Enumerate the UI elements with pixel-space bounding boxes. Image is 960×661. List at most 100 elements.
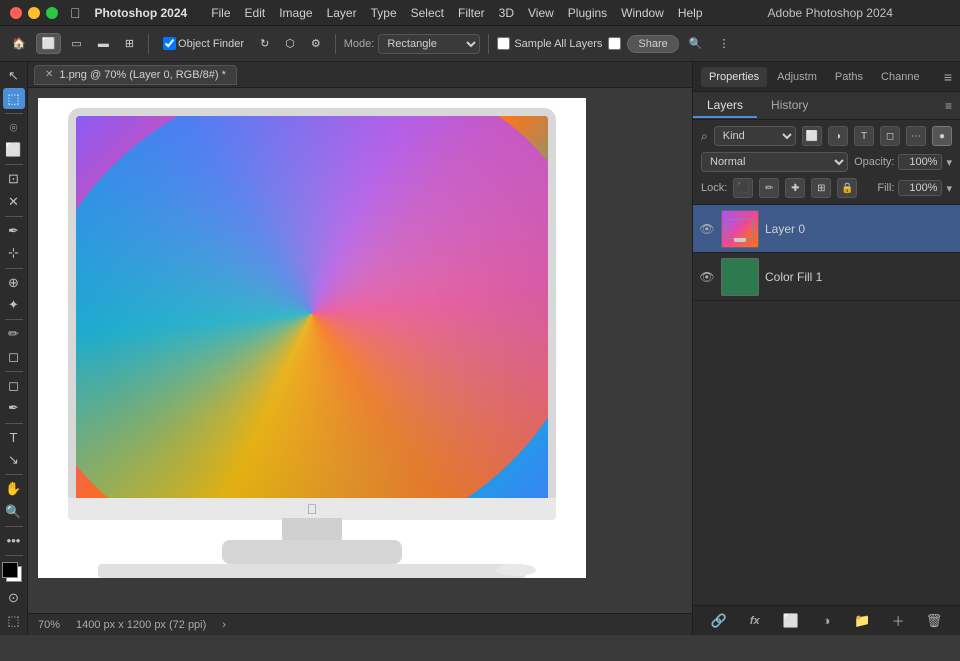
single-col-button[interactable]: ▭	[65, 33, 87, 54]
shape-filter-button[interactable]: ◻	[880, 126, 900, 146]
path-select-tool[interactable]: ↘	[3, 450, 25, 470]
screen-mode-tool[interactable]: ⬚	[3, 611, 25, 631]
single-row-button[interactable]: ▬	[92, 34, 115, 54]
menu-view[interactable]: View	[528, 6, 554, 20]
share-button[interactable]: Share	[627, 35, 678, 53]
canvas-scroll[interactable]: 	[28, 88, 692, 613]
add-mask-button[interactable]: ⬜	[781, 611, 801, 631]
sample-checkbox-2[interactable]	[608, 37, 621, 50]
extra-button[interactable]: ⋮	[712, 33, 735, 54]
tab-close-icon[interactable]: ✕	[45, 69, 53, 80]
layer-visibility-toggle[interactable]: 👁	[699, 269, 715, 285]
heal-tool[interactable]: ⊕	[3, 273, 25, 293]
sub-tab-menu-button[interactable]: ≡	[937, 95, 960, 117]
lock-paint-button[interactable]: ✏	[759, 178, 779, 198]
search-button[interactable]: 🔍	[683, 33, 709, 54]
eraser-tool[interactable]: ◻	[3, 347, 25, 367]
panel-options-button[interactable]: ≡	[944, 69, 952, 85]
move-tool[interactable]: ↖	[3, 66, 25, 86]
minimize-button[interactable]	[28, 7, 40, 19]
zoom-tool[interactable]: 🔍	[3, 501, 25, 521]
select-subject-button[interactable]: ⬡	[279, 33, 301, 54]
new-layer-button[interactable]: ＋	[888, 611, 908, 631]
adjust-filter-button[interactable]: ◑	[828, 126, 848, 146]
opacity-value[interactable]: 100%	[898, 154, 942, 170]
channels-tab[interactable]: Channe	[873, 67, 928, 87]
more-tools[interactable]: •••	[3, 531, 25, 551]
maximize-button[interactable]	[46, 7, 58, 19]
quick-mask-tool[interactable]: ⊙	[3, 588, 25, 608]
lock-pixels-button[interactable]: ⬛	[733, 178, 753, 198]
history-tab[interactable]: History	[757, 94, 822, 118]
layers-tab[interactable]: Layers	[693, 94, 757, 118]
marquee-tool[interactable]: ⬚	[3, 88, 25, 108]
separator-3	[488, 34, 489, 54]
marquee-tool-button[interactable]: ⬜	[36, 33, 62, 54]
main-area: ↖ ⬚ ⌾ ⬜ ⊡ ✕ ✒ ⊹ ⊕ ✦ ✏ ◻ ◻ ✒ T ↘ ✋ 🔍 ••• …	[0, 62, 960, 635]
fx-button[interactable]: fx	[745, 611, 765, 631]
paths-tab[interactable]: Paths	[827, 67, 871, 87]
new-group-button[interactable]: 📁	[852, 611, 872, 631]
properties-tab[interactable]: Properties	[701, 67, 767, 87]
fg-color-swatch[interactable]	[2, 562, 18, 578]
color-dot-button[interactable]: ●	[932, 126, 952, 146]
color-sampler-tool[interactable]: ⊹	[3, 243, 25, 263]
smart-filter-button[interactable]: ⋯	[906, 126, 926, 146]
lasso-tool[interactable]: ⌾	[3, 118, 25, 138]
settings-button[interactable]: ⚙	[305, 33, 327, 54]
hand-tool[interactable]: ✋	[3, 479, 25, 499]
menu-select[interactable]: Select	[411, 6, 444, 20]
type-tool[interactable]: T	[3, 427, 25, 447]
refresh-button[interactable]: ↻	[254, 33, 275, 54]
eyedropper-tool[interactable]: ✒	[3, 221, 25, 241]
adjustment-layer-button[interactable]: ◑	[816, 611, 836, 631]
pen-tool[interactable]: ✒	[3, 398, 25, 418]
pixel-filter-button[interactable]: ⬜	[802, 126, 822, 146]
menu-file[interactable]: File	[211, 6, 230, 20]
delete-layer-button[interactable]: 🗑	[924, 611, 944, 631]
traffic-lights	[10, 7, 58, 19]
menu-plugins[interactable]: Plugins	[568, 6, 607, 20]
close-button[interactable]	[10, 7, 22, 19]
color-swatch-area[interactable]	[2, 562, 26, 584]
mode-select[interactable]: Rectangle Ellipse Single Row Single Colu…	[378, 34, 480, 54]
lock-all-button[interactable]: 🔒	[837, 178, 857, 198]
home-button[interactable]: 🏠	[6, 33, 32, 54]
lock-art-button[interactable]: ✚	[785, 178, 805, 198]
menu-help[interactable]: Help	[678, 6, 703, 20]
crop-tool[interactable]: ⊡	[3, 169, 25, 189]
link-layers-button[interactable]: 🔗	[709, 611, 729, 631]
layer-item[interactable]: 👁 Color Fill 1	[693, 253, 960, 301]
object-select-tool[interactable]: ⬜	[3, 140, 25, 160]
menu-filter[interactable]: Filter	[458, 6, 485, 20]
menu-3d[interactable]: 3D	[499, 6, 514, 20]
blend-mode-select[interactable]: Normal Dissolve Multiply Screen Overlay	[701, 152, 848, 172]
menu-type[interactable]: Type	[371, 6, 397, 20]
status-bar: 70% 1400 px x 1200 px (72 ppi) ›	[28, 613, 692, 635]
intersect-button[interactable]: ⊞	[119, 33, 140, 54]
layer-item[interactable]: 👁 Layer 0	[693, 205, 960, 253]
sample-all-layers-checkbox[interactable]	[497, 37, 510, 50]
object-finder-button[interactable]: Object Finder	[157, 33, 250, 54]
frame-tool[interactable]: ✕	[3, 192, 25, 212]
opacity-chevron[interactable]: ▾	[946, 156, 952, 169]
fill-chevron[interactable]: ▾	[946, 182, 952, 195]
kind-select[interactable]: Kind Name Effect Mode Attribute Color	[714, 126, 796, 146]
menu-image[interactable]: Image	[279, 6, 312, 20]
navigate-arrow[interactable]: ›	[222, 619, 226, 631]
document-tab[interactable]: ✕ 1.png @ 70% (Layer 0, RGB/8#) *	[34, 65, 237, 85]
shape-tool[interactable]: ◻	[3, 376, 25, 396]
brush-tool[interactable]: ✏	[3, 324, 25, 344]
clone-tool[interactable]: ✦	[3, 295, 25, 315]
menu-window[interactable]: Window	[621, 6, 664, 20]
sample-all-layers-label[interactable]: Sample All Layers	[497, 37, 602, 50]
layer-visibility-toggle[interactable]: 👁	[699, 221, 715, 237]
type-filter-button[interactable]: T	[854, 126, 874, 146]
fill-value[interactable]: 100%	[898, 180, 942, 196]
imac-stand-base	[222, 540, 402, 564]
lock-position-button[interactable]: ⊞	[811, 178, 831, 198]
menu-layer[interactable]: Layer	[327, 6, 357, 20]
menu-edit[interactable]: Edit	[245, 6, 266, 20]
adjustments-tab[interactable]: Adjustm	[769, 67, 825, 87]
object-finder-checkbox[interactable]	[163, 37, 176, 50]
